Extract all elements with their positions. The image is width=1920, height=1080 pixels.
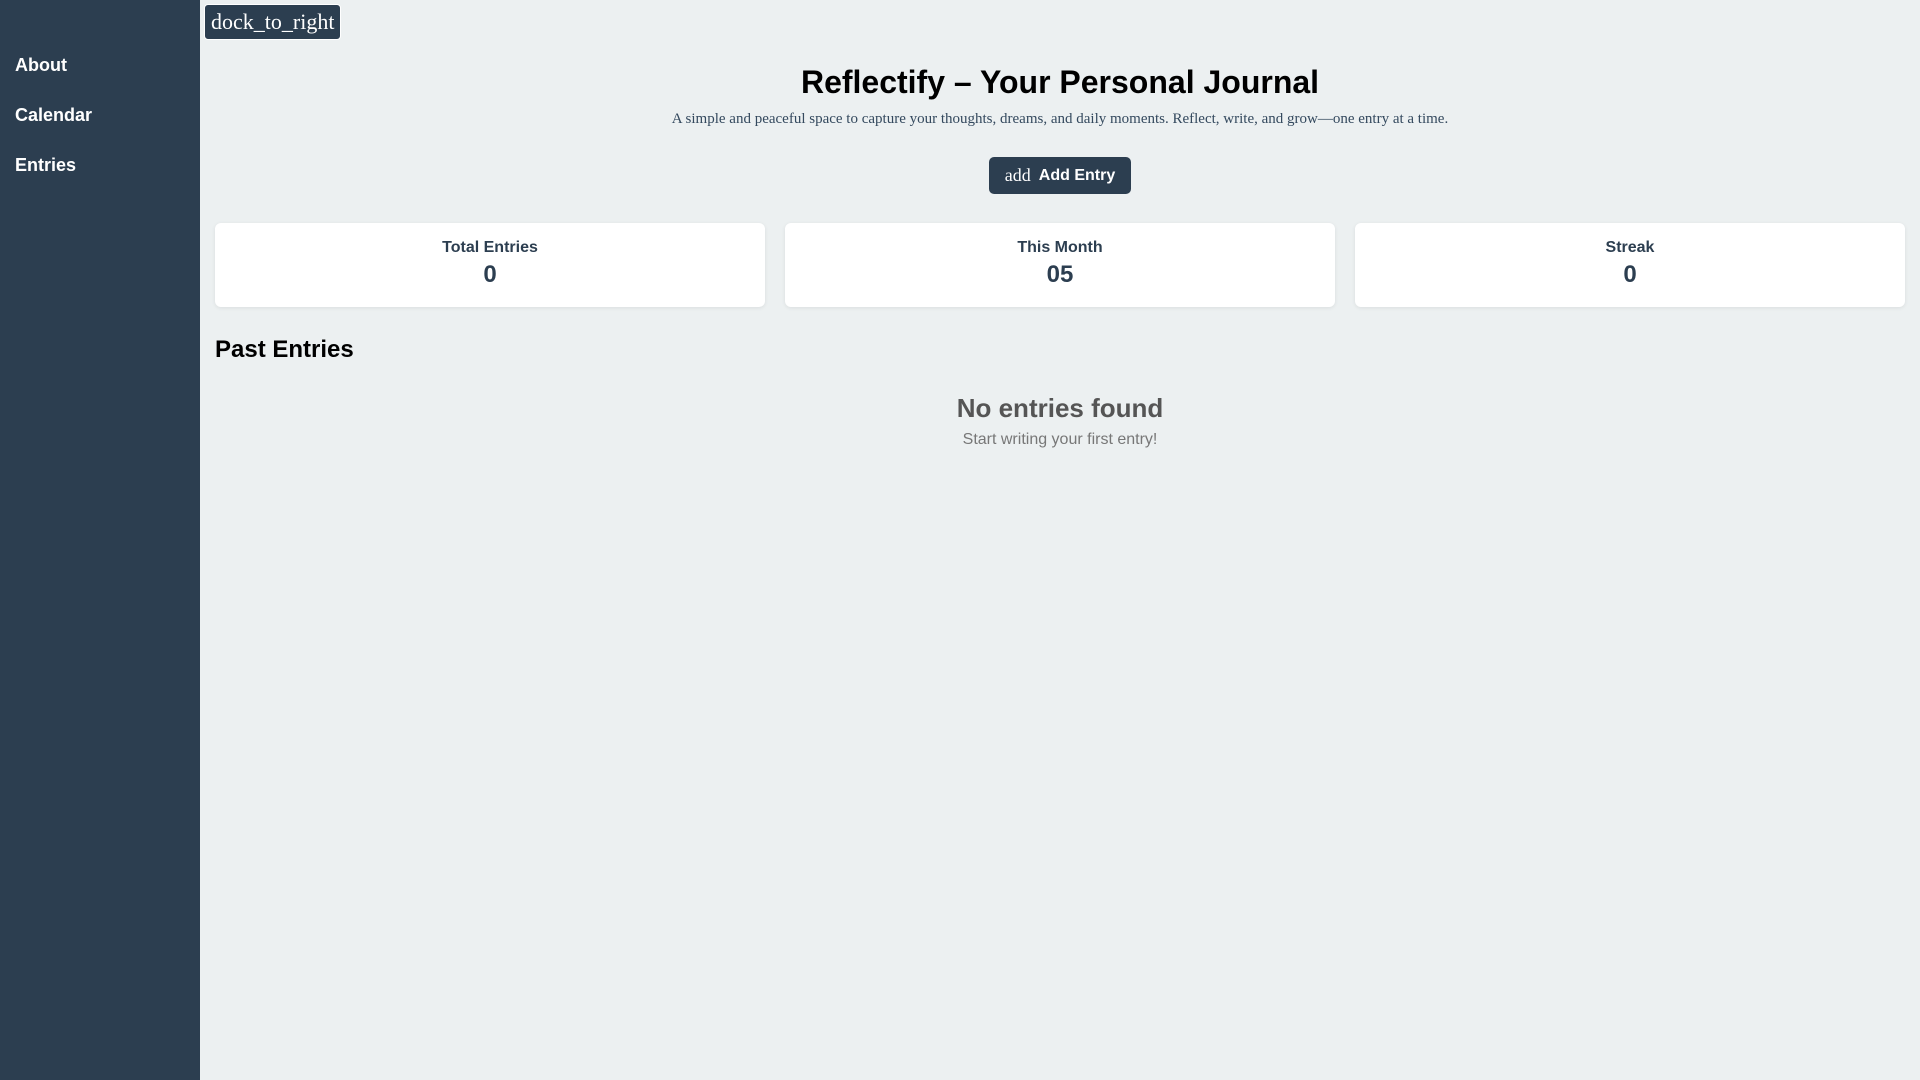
sidebar-item-entries[interactable]: Entries bbox=[0, 146, 200, 196]
add-entry-label: Add Entry bbox=[1038, 166, 1116, 184]
stat-label: This Month bbox=[1017, 239, 1103, 256]
stat-value: 0 bbox=[483, 261, 497, 288]
stat-card-this-month: This Month 05 bbox=[785, 223, 1335, 307]
stat-label: Streak bbox=[1605, 239, 1655, 256]
stat-value: 05 bbox=[1046, 261, 1074, 288]
stats-row: Total Entries 0 This Month 05 Streak 0 bbox=[215, 223, 1905, 307]
sidebar: About Calendar Entries bbox=[0, 0, 200, 1080]
empty-state-title: No entries found bbox=[956, 393, 1164, 423]
page-subtitle: A simple and peaceful space to capture y… bbox=[671, 111, 1449, 127]
empty-state-subtitle: Start writing your first entry! bbox=[962, 431, 1158, 448]
stat-value: 0 bbox=[1623, 261, 1637, 288]
stat-card-total-entries: Total Entries 0 bbox=[215, 223, 765, 307]
past-entries-heading: Past Entries bbox=[215, 336, 354, 363]
add-entry-wrapper: add Add Entry bbox=[200, 157, 1920, 194]
stat-card-streak: Streak 0 bbox=[1355, 223, 1905, 307]
add-entry-button[interactable]: add Add Entry bbox=[988, 157, 1132, 194]
add-icon: add bbox=[1004, 165, 1031, 185]
stat-label: Total Entries bbox=[442, 239, 538, 256]
sidebar-item-calendar[interactable]: Calendar bbox=[0, 96, 200, 146]
sidebar-item-about[interactable]: About bbox=[0, 46, 200, 96]
page-title: Reflectify – Your Personal Journal bbox=[800, 64, 1320, 100]
main-content: Reflectify – Your Personal Journal A sim… bbox=[200, 0, 1920, 1080]
